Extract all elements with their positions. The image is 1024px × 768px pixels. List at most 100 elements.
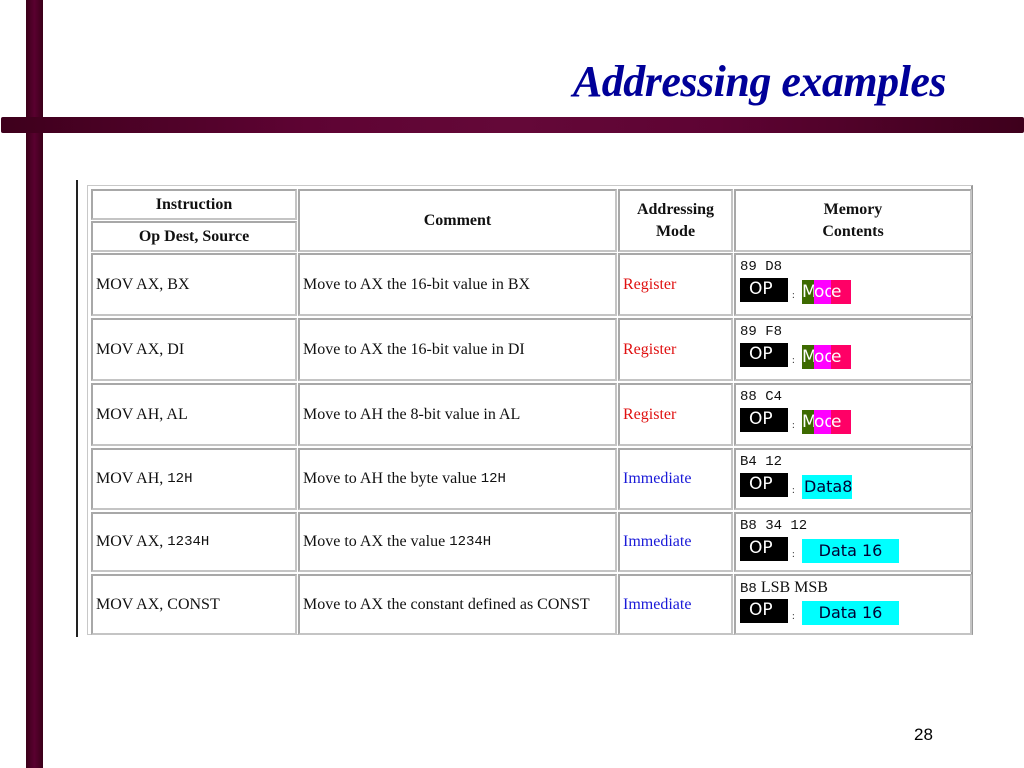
- comment-cell: Move to AX the 16-bit value in DI: [298, 318, 617, 381]
- addressing-mode-cell: Register: [618, 253, 733, 316]
- instruction-encoding: OP: Mod e: [740, 343, 970, 373]
- comment-cell: Move to AX the value 1234H: [298, 512, 617, 572]
- addressing-mode-label: Register: [623, 405, 677, 423]
- opcode-box: OP: [740, 278, 788, 302]
- data16-field-box: Data 16: [802, 539, 899, 563]
- addressing-mode-label: Immediate: [623, 533, 692, 550]
- memory-bytes-hex: B8 34 12: [740, 518, 808, 534]
- separator-colon: :: [792, 485, 795, 496]
- memory-contents-cell: 89 D8 OP: Mod e: [734, 253, 972, 316]
- header-instruction: Instruction: [91, 189, 297, 220]
- comment-cell: Move to AX the 16-bit value in BX: [298, 253, 617, 316]
- opcode-box: OP: [740, 473, 788, 497]
- comment-immediate-value: 1234H: [449, 534, 492, 550]
- comment-text: Move to AH the 8-bit value in AL: [303, 405, 521, 423]
- title-underline-bar: [1, 117, 1024, 133]
- memory-bytes-hex: 89 D8: [740, 259, 783, 275]
- separator-colon: :: [792, 549, 795, 560]
- page-number: 28: [914, 725, 933, 744]
- instruction-text: MOV AX, BX: [96, 275, 190, 293]
- comment-text: Move to AH the byte value: [303, 470, 481, 487]
- memory-bytes: B8 LSB MSB: [740, 579, 970, 598]
- instruction-encoding: OP: Mod e: [740, 408, 970, 438]
- memory-bytes-hex: 89 F8: [740, 324, 783, 340]
- left-decorative-bar: [26, 0, 43, 768]
- memory-bytes-hex: B4 12: [740, 454, 783, 470]
- comment-cell: Move to AH the 8-bit value in AL: [298, 383, 617, 446]
- header-memory-contents-line1: Memory: [823, 200, 883, 218]
- header-op-dest-source: Op Dest, Source: [91, 221, 297, 252]
- instruction-cell: MOV AH, AL: [91, 383, 297, 446]
- separator-colon: :: [792, 611, 795, 622]
- comment-text: Move to AX the constant defined as CONST: [303, 595, 590, 613]
- opcode-box: OP: [740, 599, 788, 623]
- table-left-rule: [76, 180, 78, 637]
- memory-contents-cell: 88 C4 OP: Mod e: [734, 383, 972, 446]
- comment-cell: Move to AX the constant defined as CONST: [298, 574, 617, 635]
- memory-bytes: 89 F8: [740, 324, 970, 340]
- header-op-dest-source-label: Op Dest, Source: [138, 227, 250, 245]
- memory-contents-cell: B8 34 12 OP: Data 16: [734, 512, 972, 572]
- mode-field-segment: od: [814, 410, 836, 434]
- data8-field-box: Data8: [802, 475, 852, 499]
- mode-field-box: Mod e: [802, 345, 851, 369]
- memory-bytes: B4 12: [740, 454, 970, 470]
- instruction-text: MOV AX, CONST: [96, 595, 220, 613]
- header-addressing-mode-line1: Addressing: [636, 200, 715, 218]
- memory-bytes-placeholder: LSB MSB: [756, 579, 828, 596]
- separator-colon: :: [792, 290, 795, 301]
- memory-contents-cell: B8 LSB MSB OP: Data 16: [734, 574, 972, 635]
- data16-field-box: Data 16: [802, 601, 899, 625]
- instruction-text: MOV AH,: [96, 470, 168, 487]
- header-comment-label: Comment: [423, 211, 492, 229]
- addressing-mode-cell: Immediate: [618, 574, 733, 635]
- instruction-cell: MOV AX, 1234H: [91, 512, 297, 572]
- comment-cell: Move to AH the byte value 12H: [298, 448, 617, 510]
- instruction-cell: MOV AX, DI: [91, 318, 297, 381]
- mode-field-segment: e: [831, 410, 851, 434]
- mode-field-segment: e: [831, 280, 851, 304]
- memory-bytes: B8 34 12: [740, 518, 970, 534]
- opcode-box: OP: [740, 343, 788, 367]
- instruction-encoding: OP: Mod e: [740, 278, 970, 308]
- mode-field-box: Mod e: [802, 410, 851, 434]
- mode-field-segment: od: [814, 280, 836, 304]
- mode-field-segment: M: [802, 410, 817, 434]
- header-addressing-mode: Addressing Mode: [618, 189, 733, 252]
- addressing-mode-cell: Immediate: [618, 512, 733, 572]
- addressing-mode-label: Immediate: [623, 595, 692, 613]
- instruction-text: MOV AH, AL: [96, 405, 188, 423]
- memory-bytes: 88 C4: [740, 389, 970, 405]
- separator-colon: :: [792, 420, 795, 431]
- opcode-box: OP: [740, 408, 788, 432]
- addressing-mode-cell: Register: [618, 383, 733, 446]
- instruction-encoding: OP: Data 16: [740, 537, 970, 567]
- instruction-cell: MOV AX, CONST: [91, 574, 297, 635]
- instruction-immediate-value: 12H: [167, 471, 193, 487]
- instruction-cell: MOV AH, 12H: [91, 448, 297, 510]
- addressing-mode-label: Register: [623, 340, 677, 358]
- instruction-text: MOV AX,: [96, 533, 168, 550]
- instruction-encoding: OP: Data8: [740, 473, 970, 503]
- mode-field-segment: M: [802, 345, 817, 369]
- comment-immediate-value: 12H: [480, 471, 506, 487]
- mode-field-segment: e: [831, 345, 851, 369]
- header-memory-contents: Memory Contents: [734, 189, 972, 252]
- instruction-text: MOV AX, DI: [96, 340, 185, 358]
- mode-field-box: Mod e: [802, 280, 851, 304]
- comment-text: Move to AX the 16-bit value in DI: [303, 340, 525, 358]
- addressing-mode-cell: Register: [618, 318, 733, 381]
- separator-colon: :: [792, 355, 795, 366]
- memory-bytes-hex: B8: [740, 581, 757, 597]
- addressing-mode-label: Register: [623, 275, 677, 293]
- memory-contents-cell: 89 F8 OP: Mod e: [734, 318, 972, 381]
- header-addressing-mode-line2: Mode: [655, 222, 696, 240]
- slide-title: Addressing examples: [572, 57, 947, 106]
- instruction-encoding: OP: Data 16: [740, 599, 970, 629]
- header-memory-contents-line2: Contents: [822, 222, 884, 240]
- comment-text: Move to AX the 16-bit value in BX: [303, 275, 531, 293]
- mode-field-segment: M: [802, 280, 817, 304]
- addressing-mode-label: Immediate: [623, 470, 692, 487]
- memory-bytes-hex: 88 C4: [740, 389, 783, 405]
- comment-text: Move to AX the value: [303, 533, 450, 550]
